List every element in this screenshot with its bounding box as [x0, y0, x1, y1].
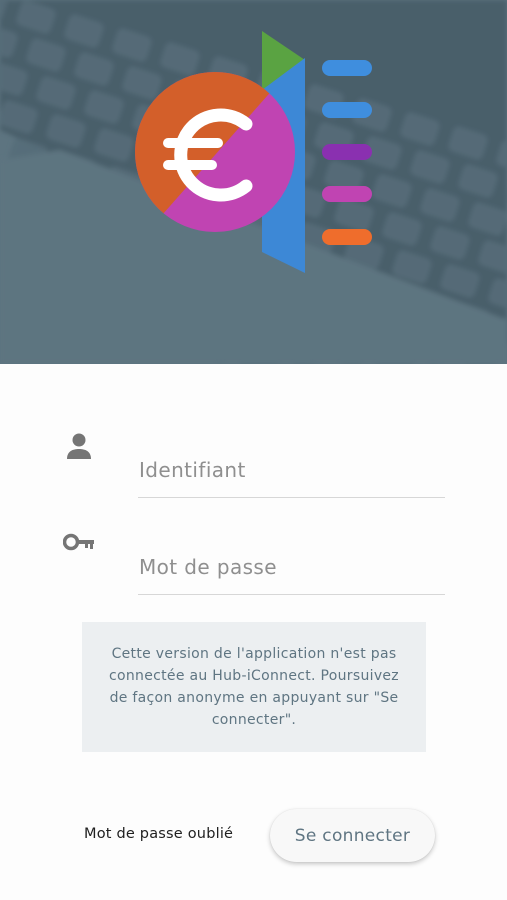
notice-text: Cette version de l'application n'est pas…: [109, 646, 399, 728]
forgot-password-link[interactable]: Mot de passe oublié: [84, 826, 233, 842]
anonymous-mode-notice: Cette version de l'application n'est pas…: [82, 622, 426, 752]
login-screen: Cette version de l'application n'est pas…: [0, 0, 507, 900]
app-logo: [135, 31, 372, 273]
logo-lines: [322, 60, 372, 245]
username-input[interactable]: [138, 452, 445, 497]
header-banner: [0, 0, 507, 364]
password-input[interactable]: [138, 549, 445, 594]
username-field[interactable]: [138, 452, 445, 498]
user-icon: [67, 433, 91, 459]
login-button[interactable]: Se connecter: [270, 809, 435, 862]
key-icon: [63, 533, 94, 551]
password-field[interactable]: [138, 549, 445, 595]
